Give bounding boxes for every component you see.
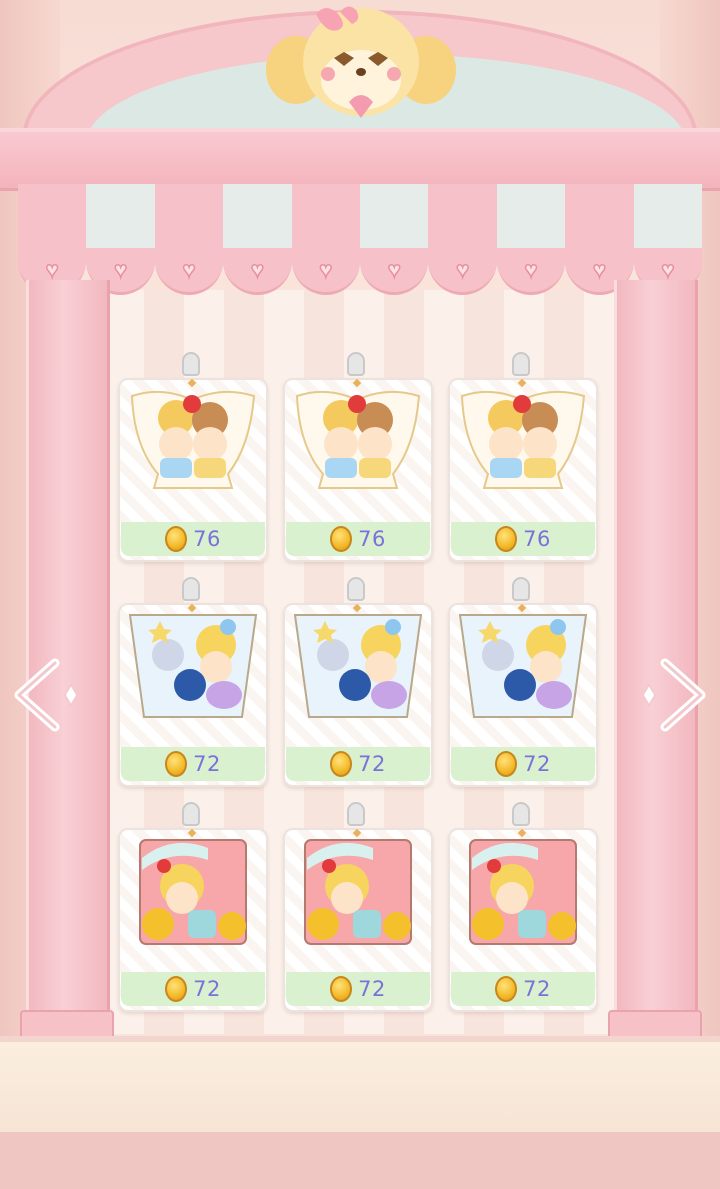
price-bar: 76 xyxy=(286,522,430,556)
hook-icon xyxy=(512,577,530,601)
price-bar: 72 xyxy=(451,972,595,1006)
shop-item-card[interactable]: 76 xyxy=(118,352,268,562)
heart-icon: ♥ xyxy=(387,257,402,282)
next-page-button[interactable] xyxy=(634,650,714,740)
price-bar: 72 xyxy=(451,747,595,781)
heart-icon: ♥ xyxy=(319,257,334,282)
shop-item-card[interactable]: 72 xyxy=(448,802,598,1012)
price-bar: 72 xyxy=(286,972,430,1006)
item-grid: 76 76 76 72 72 72 72 72 72 xyxy=(118,352,602,1012)
gold-coin-icon xyxy=(330,976,353,1002)
teacup-item-art xyxy=(295,390,421,489)
item-price: 72 xyxy=(523,977,551,1001)
item-price: 72 xyxy=(193,752,221,776)
hook-icon xyxy=(347,352,365,376)
heart-icon: ♥ xyxy=(113,257,128,282)
heart-icon: ♥ xyxy=(524,257,539,282)
shop-item-card[interactable]: 76 xyxy=(448,352,598,562)
heart-icon: ♥ xyxy=(45,257,60,282)
gold-coin-icon xyxy=(165,976,188,1002)
awning-scallops: ♥ ♥ ♥ ♥ ♥ ♥ ♥ ♥ ♥ ♥ xyxy=(18,248,703,295)
hook-icon xyxy=(182,577,200,601)
shop-item-card[interactable]: 72 xyxy=(118,577,268,787)
gold-coin-icon xyxy=(495,526,518,552)
square-item-art xyxy=(139,839,247,945)
gold-coin-icon xyxy=(330,751,353,777)
gold-coin-icon xyxy=(495,751,518,777)
heart-icon: ♥ xyxy=(592,257,607,282)
item-price: 72 xyxy=(523,752,551,776)
shop-item-card[interactable]: 72 xyxy=(283,577,433,787)
hook-icon xyxy=(182,802,200,826)
bucket-item-art xyxy=(458,614,588,718)
mascot-dog-head xyxy=(266,6,456,118)
price-bar: 72 xyxy=(286,747,430,781)
price-bar: 76 xyxy=(451,522,595,556)
price-bar: 72 xyxy=(121,972,265,1006)
bucket-item-art xyxy=(128,614,258,718)
shop-item-card[interactable]: 72 xyxy=(448,577,598,787)
gold-coin-icon xyxy=(495,976,518,1002)
item-price: 72 xyxy=(193,977,221,1001)
gold-coin-icon xyxy=(330,526,353,552)
square-item-art xyxy=(469,839,577,945)
shop-screen: ♥ ♥ ♥ ♥ ♥ ♥ ♥ ♥ ♥ ♥ 76 76 76 72 72 72 72… xyxy=(0,0,720,1189)
teacup-item-art xyxy=(130,390,256,489)
hook-icon xyxy=(182,352,200,376)
item-price: 72 xyxy=(358,977,386,1001)
hook-icon xyxy=(512,352,530,376)
heart-icon: ♥ xyxy=(661,257,676,282)
prev-page-button[interactable] xyxy=(6,650,86,740)
square-item-art xyxy=(304,839,412,945)
item-price: 76 xyxy=(358,527,386,551)
chevron-right-sparkle-icon xyxy=(642,658,706,732)
shop-item-card[interactable]: 76 xyxy=(283,352,433,562)
heart-icon: ♥ xyxy=(182,257,197,282)
floor-edge xyxy=(0,1132,720,1189)
price-bar: 72 xyxy=(121,747,265,781)
item-price: 72 xyxy=(358,752,386,776)
shop-floor xyxy=(0,1036,720,1142)
chevron-left-sparkle-icon xyxy=(14,658,78,732)
heart-icon: ♥ xyxy=(250,257,265,282)
gold-coin-icon xyxy=(165,526,188,552)
price-bar: 76 xyxy=(121,522,265,556)
item-price: 76 xyxy=(523,527,551,551)
heart-icon: ♥ xyxy=(455,257,470,282)
bucket-item-art xyxy=(293,614,423,718)
shop-cornice xyxy=(0,128,720,188)
hook-icon xyxy=(347,802,365,826)
teacup-item-art xyxy=(460,390,586,489)
hook-icon xyxy=(347,577,365,601)
shop-item-card[interactable]: 72 xyxy=(118,802,268,1012)
item-price: 76 xyxy=(193,527,221,551)
gold-coin-icon xyxy=(165,751,188,777)
shop-item-card[interactable]: 72 xyxy=(283,802,433,1012)
hook-icon xyxy=(512,802,530,826)
